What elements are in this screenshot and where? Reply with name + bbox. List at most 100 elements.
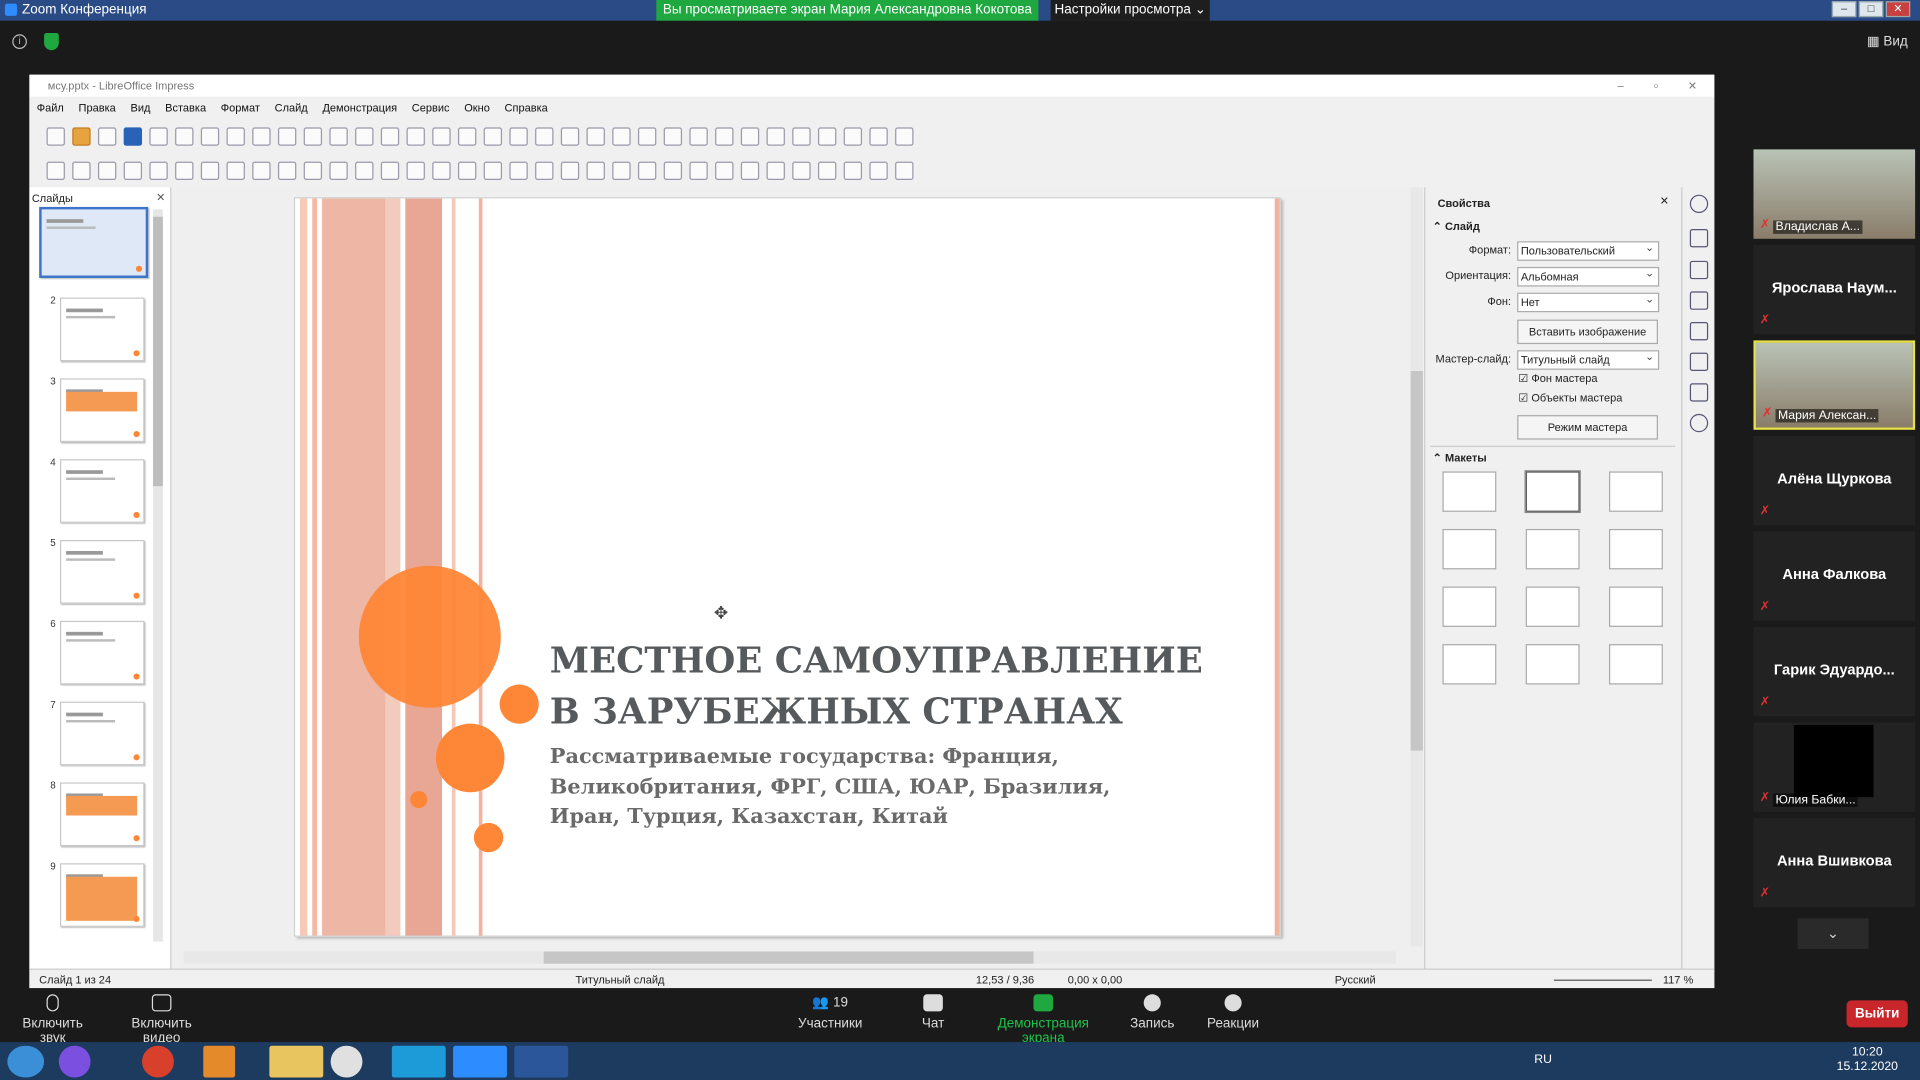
toolbar-1-button-11[interactable]	[329, 161, 348, 180]
toolbar-0-button-18[interactable]	[509, 126, 528, 146]
star-tab-icon[interactable]	[1689, 260, 1709, 280]
toolbar-0-button-19[interactable]	[535, 126, 554, 146]
toolbar-0-button-7[interactable]	[226, 126, 245, 146]
toolbar-0-button-15[interactable]	[432, 126, 451, 146]
master-mode-button[interactable]: Режим мастера	[1517, 415, 1658, 440]
toolbar-1-button-15[interactable]	[432, 161, 451, 180]
master-slide-dropdown[interactable]: Титульный слайд	[1517, 348, 1660, 370]
chat-button[interactable]: Чат	[906, 994, 960, 1031]
toolbar-1-button-32[interactable]	[869, 161, 888, 180]
background-dropdown[interactable]: Нет	[1517, 290, 1660, 313]
toolbar-1-button-30[interactable]	[817, 161, 837, 180]
zoom-app-icon-taskbar[interactable]	[453, 1045, 507, 1078]
slide-subtitle[interactable]: Рассматриваемые государства: Франция, Ве…	[550, 742, 1187, 832]
toolbar-1-button-28[interactable]	[766, 161, 785, 180]
slides-pane-scrollbar[interactable]	[153, 209, 163, 942]
menu-item-3[interactable]: Вставка	[165, 97, 206, 119]
toolbar-1-button-33[interactable]	[895, 161, 914, 180]
toolbar-1-button-23[interactable]	[637, 161, 657, 180]
toolbar-0-button-26[interactable]	[715, 126, 734, 146]
toolbar-0-button-6[interactable]	[200, 126, 220, 146]
word-app-icon[interactable]	[514, 1045, 569, 1078]
toolbar-0-button-17[interactable]	[483, 126, 503, 146]
view-button[interactable]: ▦ Вид	[1867, 33, 1908, 49]
system-clock[interactable]: 10:20 15.12.2020	[1837, 1046, 1898, 1075]
animation-tab-icon[interactable]	[1689, 322, 1709, 341]
toolbar-0-button-2[interactable]	[97, 126, 117, 146]
lo-maximize-button[interactable]: ▫	[1654, 75, 1658, 97]
menu-item-2[interactable]: Вид	[130, 97, 150, 119]
share-screen-button[interactable]: Демонстрация экрана	[980, 994, 1107, 1046]
toolbar-1-button-7[interactable]	[226, 161, 245, 180]
layouts-section-header[interactable]: ⌃ Макеты	[1433, 452, 1487, 465]
settings-gear-icon[interactable]	[1689, 194, 1709, 214]
toolbar-0-button-0[interactable]	[46, 126, 65, 146]
menu-item-5[interactable]: Слайд	[275, 97, 308, 119]
record-button[interactable]: Запись	[1124, 994, 1180, 1031]
toolbar-1-button-1[interactable]	[72, 161, 91, 180]
toolbar-1-button-16[interactable]	[457, 161, 477, 180]
toolbar-1-button-2[interactable]	[97, 161, 117, 180]
participant-tile[interactable]: Юлия Бабки... ✗	[1753, 722, 1916, 812]
participant-tile[interactable]: Ярослава Наум... ✗	[1753, 244, 1916, 335]
lo-minimize-button[interactable]: –	[1618, 75, 1624, 97]
toolbar-1-button-17[interactable]	[483, 161, 503, 180]
toolbar-0-button-11[interactable]	[329, 126, 348, 146]
slide-thumbnail[interactable]	[60, 782, 145, 847]
toolbar-0-button-13[interactable]	[380, 126, 400, 146]
toolbar-0-button-4[interactable]	[149, 126, 168, 146]
input-language-indicator[interactable]: RU	[1534, 1053, 1552, 1066]
layout-option[interactable]	[1525, 528, 1580, 570]
skype-app-icon[interactable]	[391, 1045, 446, 1078]
toolbar-0-button-20[interactable]	[560, 126, 580, 146]
menu-item-8[interactable]: Окно	[464, 97, 490, 119]
participant-tile[interactable]: Мария Алексан... ✗	[1753, 340, 1916, 430]
participants-button[interactable]: 👥 19 Участники	[793, 994, 866, 1032]
toolbar-0-button-3[interactable]	[123, 126, 143, 146]
insert-image-button[interactable]: Вставить изображение	[1517, 319, 1658, 345]
slide-thumbnail[interactable]	[60, 701, 145, 766]
menu-item-4[interactable]: Формат	[221, 97, 260, 119]
slide-editor[interactable]: ✥ МЕСТНОЕ САМОУПРАВЛЕНИЕ В ЗАРУБЕЖНЫХ СТ…	[176, 187, 1423, 969]
slide-thumbnail[interactable]	[60, 620, 145, 685]
media-player-app-icon[interactable]	[203, 1045, 236, 1078]
slide-thumbnail[interactable]	[60, 863, 145, 927]
layout-option[interactable]	[1525, 586, 1580, 627]
alice-app-icon[interactable]	[58, 1045, 91, 1078]
zoom-slider[interactable]	[1553, 979, 1652, 981]
toolbar-0-button-24[interactable]	[663, 126, 683, 146]
toolbar-1-button-25[interactable]	[689, 161, 708, 180]
layout-option[interactable]	[1442, 528, 1497, 570]
toolbar-0-button-27[interactable]	[740, 126, 760, 146]
close-button[interactable]: ✕	[1885, 1, 1911, 18]
layout-option[interactable]	[1524, 470, 1581, 514]
toolbar-0-button-28[interactable]	[766, 126, 785, 146]
toolbar-1-button-24[interactable]	[663, 161, 683, 180]
toolbar-1-button-19[interactable]	[535, 161, 554, 180]
slide-thumbnail[interactable]	[39, 206, 149, 278]
minimize-button[interactable]: –	[1831, 1, 1857, 18]
toolbar-0-button-10[interactable]	[303, 126, 323, 146]
master-objects-checkbox[interactable]: ☑ Объекты мастера	[1518, 392, 1622, 405]
toolbar-0-button-1[interactable]	[72, 126, 91, 146]
yandex-browser-app-icon[interactable]	[330, 1045, 363, 1078]
layout-option[interactable]	[1608, 528, 1663, 570]
participant-tile[interactable]: Алёна Щуркова ✗	[1753, 435, 1916, 526]
toolbar-1-button-13[interactable]	[380, 161, 400, 180]
menu-item-6[interactable]: Демонстрация	[322, 97, 397, 119]
layout-option[interactable]	[1608, 644, 1663, 685]
toolbar-1-button-0[interactable]	[46, 161, 65, 180]
toolbar-1-button-6[interactable]	[200, 161, 220, 180]
toolbar-0-button-32[interactable]	[869, 126, 888, 146]
menu-item-7[interactable]: Сервис	[412, 97, 450, 119]
file-explorer-app-icon[interactable]	[269, 1045, 324, 1078]
menu-item-1[interactable]: Правка	[79, 97, 116, 119]
shield-icon[interactable]	[44, 33, 59, 51]
toolbar-1-button-9[interactable]	[277, 161, 297, 180]
layout-option[interactable]	[1442, 644, 1497, 685]
toolbar-1-button-10[interactable]	[303, 161, 323, 180]
orientation-dropdown[interactable]: Альбомная	[1517, 264, 1660, 287]
properties-tab-icon[interactable]	[1689, 228, 1709, 248]
toolbar-1-button-5[interactable]	[175, 161, 194, 180]
toolbar-0-button-14[interactable]	[406, 126, 425, 146]
